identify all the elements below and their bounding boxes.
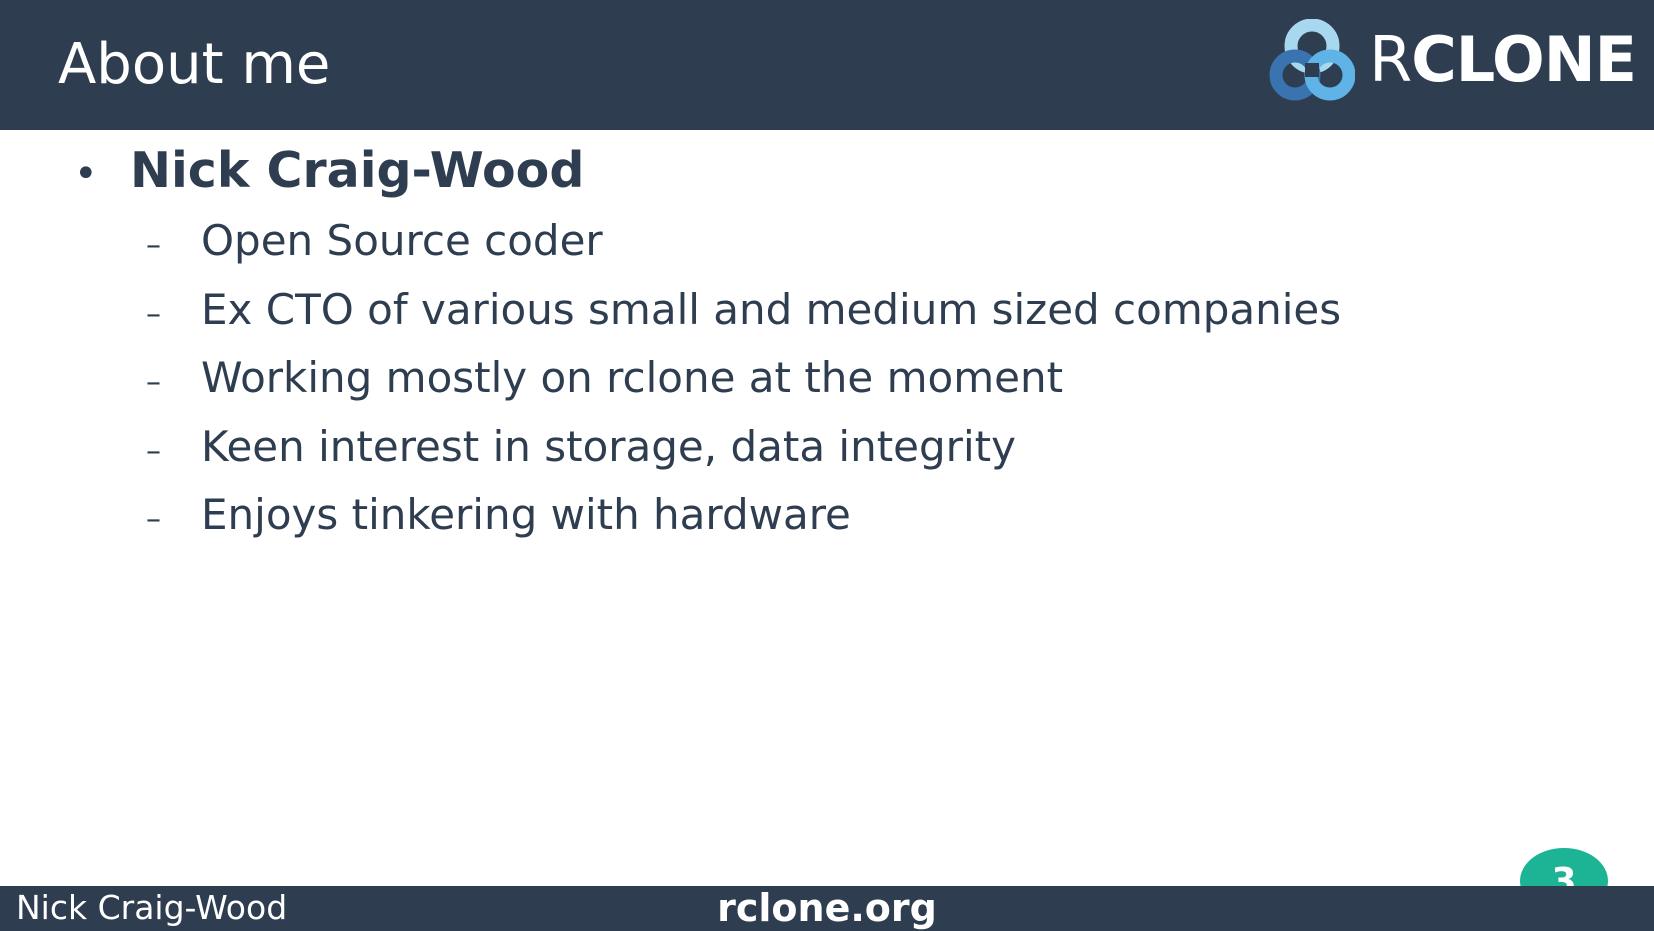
dash-icon: – — [146, 365, 161, 400]
slide: About me RCLONE • Nick Craig-Wood – Open… — [0, 0, 1654, 931]
sub-bullet-item: – Open Source coder — [146, 216, 1341, 285]
footer-site-link[interactable]: rclone.org — [0, 886, 1654, 930]
sub-bullet-item: – Working mostly on rclone at the moment — [146, 353, 1341, 422]
sub-bullet-text: Enjoys tinkering with hardware — [201, 490, 851, 539]
dash-icon: – — [146, 228, 161, 263]
main-bullet: • Nick Craig-Wood — [74, 142, 584, 199]
bullet-dot-icon: • — [74, 151, 98, 197]
sub-bullet-list: – Open Source coder – Ex CTO of various … — [146, 216, 1341, 559]
sub-bullet-text: Ex CTO of various small and medium sized… — [201, 284, 1342, 334]
slide-footer: Nick Craig-Wood rclone.org — [0, 886, 1654, 931]
sub-bullet-text: Open Source coder — [201, 216, 603, 265]
sub-bullet-text: Working mostly on rclone at the moment — [201, 353, 1064, 402]
rclone-logo: RCLONE — [1269, 14, 1637, 106]
sub-bullet-text: Keen interest in storage, data integrity — [201, 421, 1016, 471]
sub-bullet-item: – Ex CTO of various small and medium siz… — [146, 285, 1341, 354]
sub-bullet-item: – Enjoys tinkering with hardware — [146, 490, 1341, 559]
dash-icon: – — [146, 296, 161, 332]
dash-icon: – — [146, 433, 161, 469]
main-bullet-text: Nick Craig-Wood — [130, 142, 585, 199]
rclone-logo-icon — [1269, 19, 1356, 101]
slide-header: About me RCLONE — [0, 0, 1654, 130]
slide-title: About me — [58, 32, 331, 97]
rclone-wordmark: RCLONE — [1369, 23, 1637, 96]
dash-icon: – — [146, 502, 161, 537]
wordmark-r: R — [1369, 23, 1412, 96]
wordmark-clone: CLONE — [1411, 23, 1637, 96]
sub-bullet-item: – Keen interest in storage, data integri… — [146, 422, 1341, 491]
